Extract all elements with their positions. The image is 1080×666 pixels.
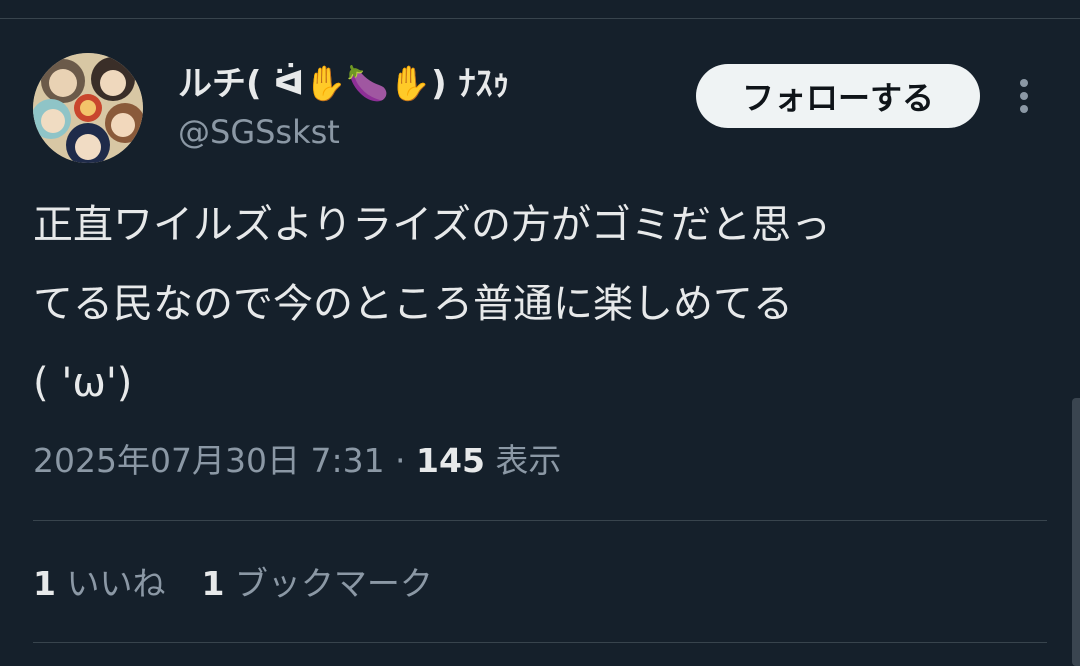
- bookmarks-stat[interactable]: 1 ブックマーク: [201, 560, 432, 608]
- views-count: 145: [416, 441, 485, 480]
- author-handle[interactable]: @SGSskst: [178, 110, 340, 154]
- author-avatar[interactable]: [33, 53, 143, 163]
- likes-count: 1: [33, 564, 56, 603]
- scrollbar[interactable]: [1072, 398, 1080, 666]
- tweet-meta: 2025年07月30日 7:31 · 145 表示: [33, 437, 561, 485]
- tweet-text-line: 正直ワイルズよりライズの方がゴミだと思っ: [33, 202, 831, 248]
- tweet-stats: 1 いいね 1 ブックマーク: [33, 560, 433, 608]
- likes-label: いいね: [55, 564, 166, 603]
- avatar-image: [33, 53, 143, 163]
- more-options-button[interactable]: [1004, 74, 1044, 118]
- tweet-text-line: ( 'ω'): [33, 360, 133, 406]
- meta-separator: ·: [384, 441, 417, 480]
- tweet-text: 正直ワイルズよりライズの方がゴミだと思っ てる民なので今のところ普通に楽しめてる…: [33, 186, 1043, 423]
- author-display-name[interactable]: ルチ( ᐛ✋🍆✋) ﾅｽｩ: [178, 60, 510, 108]
- top-divider: [0, 18, 1080, 19]
- bookmarks-label: ブックマーク: [224, 564, 433, 603]
- likes-stat[interactable]: 1 いいね: [33, 560, 165, 608]
- follow-button[interactable]: フォローする: [696, 64, 980, 128]
- more-vertical-icon: [1020, 79, 1028, 113]
- stats-divider-top: [33, 520, 1047, 521]
- bookmarks-count: 1: [201, 564, 225, 603]
- views-label: 表示: [484, 441, 562, 480]
- tweet-timestamp[interactable]: 2025年07月30日 7:31: [33, 441, 385, 480]
- tweet-text-line: てる民なので今のところ普通に楽しめてる: [33, 281, 793, 327]
- stats-divider-bottom: [33, 642, 1047, 643]
